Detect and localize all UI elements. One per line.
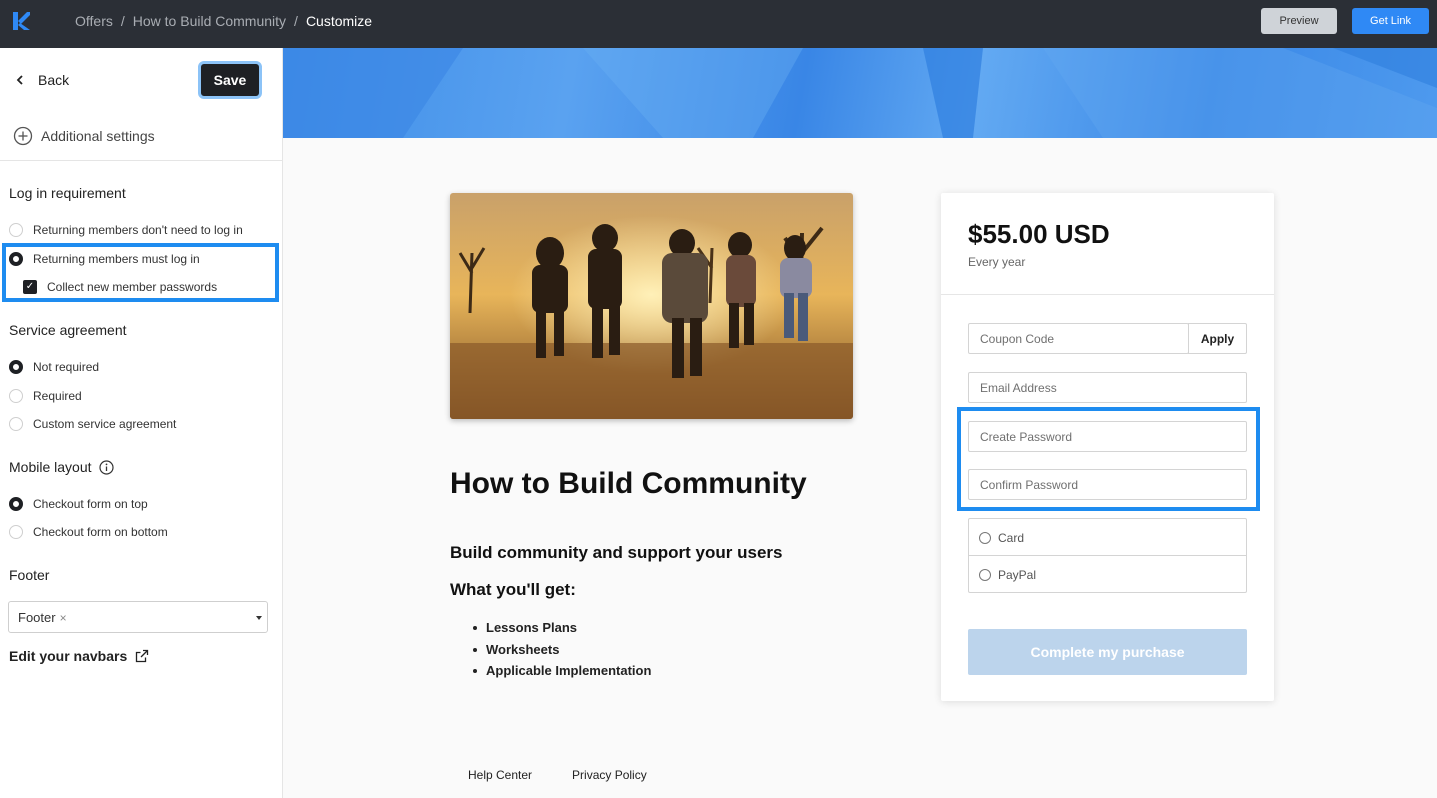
benefits-list: Lessons Plans Worksheets Applicable Impl…	[472, 620, 651, 685]
people-running-image	[450, 193, 853, 419]
mobile-option-bottom[interactable]: Checkout form on bottom	[9, 525, 168, 539]
get-link-button[interactable]: Get Link	[1352, 8, 1429, 34]
external-link-icon	[136, 649, 149, 663]
service-option-custom[interactable]: Custom service agreement	[9, 417, 176, 431]
chevron-left-icon	[16, 75, 23, 85]
edit-navbars-label: Edit your navbars	[9, 648, 128, 664]
card-divider	[941, 294, 1274, 295]
login-option-no-login[interactable]: Returning members don't need to log in	[9, 223, 243, 237]
plus-circle-icon	[13, 126, 33, 146]
offer-title: How to Build Community	[450, 467, 807, 500]
banner-pattern	[283, 48, 1437, 138]
sidebar-divider	[0, 160, 283, 161]
option-label: Required	[33, 389, 82, 403]
settings-sidebar: Back Save Additional settings Log in req…	[0, 48, 283, 798]
option-label: Checkout form on top	[33, 497, 148, 511]
checkout-card: $55.00 USD Every year Apply Card PayPal …	[941, 193, 1274, 701]
breadcrumb-separator: /	[120, 13, 125, 29]
email-field[interactable]	[968, 372, 1247, 403]
radio-button[interactable]	[979, 568, 991, 581]
what-you-get-heading: What you'll get:	[450, 580, 576, 599]
payment-label: Card	[998, 530, 1025, 545]
save-button[interactable]: Save	[198, 61, 262, 99]
service-agreement-title: Service agreement	[9, 322, 127, 338]
option-label: Not required	[33, 360, 100, 374]
additional-settings-link[interactable]: Additional settings	[13, 126, 155, 146]
footer-select[interactable]: Footer ×	[8, 601, 268, 633]
radio-button[interactable]	[9, 417, 23, 431]
additional-settings-label: Additional settings	[41, 128, 155, 144]
apply-coupon-button[interactable]: Apply	[1188, 323, 1247, 354]
breadcrumb: Offers / How to Build Community / Custom…	[75, 13, 372, 29]
edit-navbars-link[interactable]: Edit your navbars	[9, 648, 149, 664]
footer-title: Footer	[9, 567, 50, 583]
payment-option-card[interactable]: Card	[969, 519, 1246, 556]
breadcrumb-offer[interactable]: How to Build Community	[133, 13, 286, 29]
payment-label: PayPal	[998, 567, 1037, 582]
price: $55.00 USD	[968, 219, 1110, 249]
service-option-not-required[interactable]: Not required	[9, 360, 99, 374]
preview-button[interactable]: Preview	[1261, 8, 1337, 34]
mobile-layout-label: Mobile layout	[9, 459, 92, 475]
offer-subtitle: Build community and support your users	[450, 543, 783, 562]
privacy-policy-link[interactable]: Privacy Policy	[572, 768, 647, 782]
payment-method-group: Card PayPal	[968, 518, 1247, 593]
list-item: Worksheets	[472, 642, 651, 664]
help-center-link[interactable]: Help Center	[468, 768, 532, 782]
back-label: Back	[38, 72, 70, 88]
info-icon[interactable]	[98, 459, 114, 475]
list-item: Lessons Plans	[472, 620, 651, 642]
radio-button-selected[interactable]	[9, 360, 23, 374]
payment-option-paypal[interactable]: PayPal	[969, 556, 1246, 593]
remove-tag-icon[interactable]: ×	[60, 611, 67, 625]
back-link[interactable]: Back	[16, 72, 69, 88]
login-requirement-title: Log in requirement	[9, 185, 126, 201]
page-footer-links: Help Center Privacy Policy	[468, 768, 647, 782]
breadcrumb-current: Customize	[305, 13, 373, 29]
option-label: Returning members don't need to log in	[33, 223, 243, 237]
offer-hero-image	[450, 193, 853, 419]
option-label: Checkout form on bottom	[33, 525, 168, 539]
highlight-box-login	[2, 243, 279, 302]
breadcrumb-separator: /	[294, 13, 298, 29]
footer-tag-label: Footer	[18, 610, 56, 625]
header-banner	[283, 48, 1437, 138]
top-bar: Offers / How to Build Community / Custom…	[0, 0, 1437, 48]
list-item: Applicable Implementation	[472, 663, 651, 685]
radio-button[interactable]	[9, 525, 23, 539]
radio-button-selected[interactable]	[9, 497, 23, 511]
mobile-option-top[interactable]: Checkout form on top	[9, 497, 148, 511]
service-option-required[interactable]: Required	[9, 389, 82, 403]
kajabi-logo-icon[interactable]	[11, 11, 31, 31]
option-label: Custom service agreement	[33, 417, 177, 431]
radio-button[interactable]	[9, 389, 23, 403]
caret-down-icon	[256, 616, 262, 620]
radio-button[interactable]	[979, 531, 991, 544]
billing-period: Every year	[968, 255, 1026, 269]
footer-tag: Footer ×	[18, 610, 67, 625]
radio-button[interactable]	[9, 223, 23, 237]
breadcrumb-offers[interactable]: Offers	[75, 13, 113, 29]
complete-purchase-button[interactable]: Complete my purchase	[968, 629, 1247, 675]
mobile-layout-title: Mobile layout	[9, 459, 114, 475]
coupon-input[interactable]	[968, 323, 1189, 354]
highlight-box-passwords	[957, 407, 1260, 511]
